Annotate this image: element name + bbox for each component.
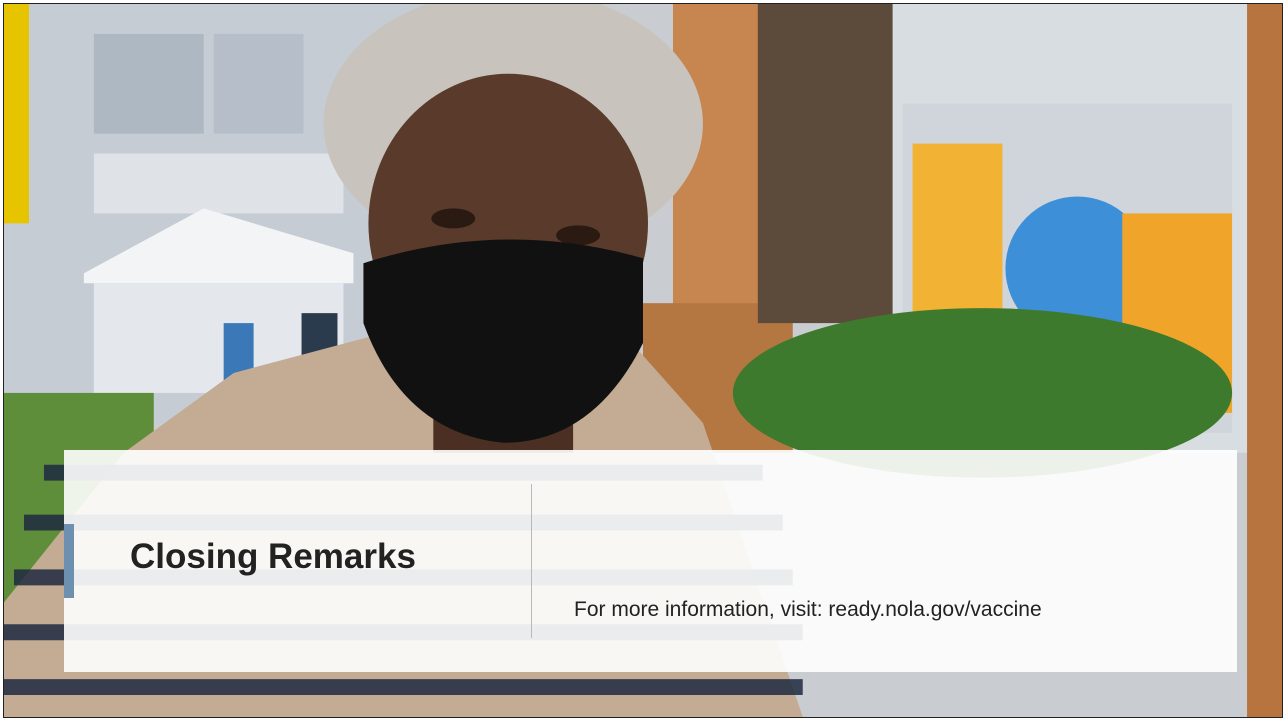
slide-title: Closing Remarks	[130, 537, 416, 576]
vertical-divider	[531, 484, 532, 638]
title-panel: Closing Remarks For more information, vi…	[64, 450, 1237, 672]
accent-bar	[64, 524, 74, 598]
slide: Closing Remarks For more information, vi…	[3, 3, 1283, 718]
info-text: For more information, visit: ready.nola.…	[574, 598, 1042, 621]
